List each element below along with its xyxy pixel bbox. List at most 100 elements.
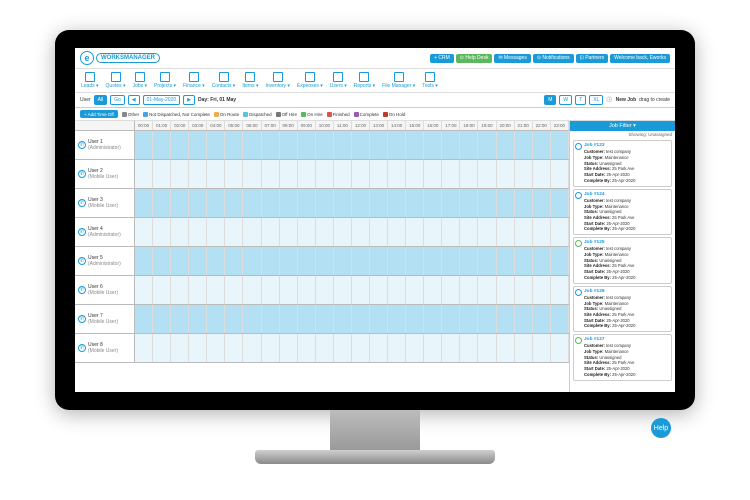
time-slot[interactable] — [243, 276, 261, 304]
time-slot[interactable] — [280, 247, 298, 275]
time-slot[interactable] — [551, 131, 569, 159]
time-slot[interactable] — [243, 218, 261, 246]
time-slot[interactable] — [352, 247, 370, 275]
time-slot[interactable] — [225, 131, 243, 159]
time-slot[interactable] — [551, 334, 569, 362]
time-slot[interactable] — [334, 189, 352, 217]
user-cell[interactable]: ✆User 8(Mobile User) — [75, 334, 135, 362]
time-slot[interactable] — [406, 305, 424, 333]
time-slot[interactable] — [135, 189, 153, 217]
menu-items[interactable]: Items ▾ — [242, 72, 258, 89]
time-slot[interactable] — [515, 189, 533, 217]
time-slot[interactable] — [352, 189, 370, 217]
time-slot[interactable] — [497, 247, 515, 275]
job-card[interactable]: Job #123Customer: test companyJob Type: … — [573, 140, 672, 187]
time-slot[interactable] — [424, 305, 442, 333]
time-slot[interactable] — [135, 334, 153, 362]
time-slot[interactable] — [406, 160, 424, 188]
time-slot[interactable] — [497, 160, 515, 188]
time-slot[interactable] — [442, 305, 460, 333]
menu-tools[interactable]: Tools ▾ — [422, 72, 438, 89]
time-slot[interactable] — [551, 305, 569, 333]
time-slot[interactable] — [334, 305, 352, 333]
time-slot[interactable] — [171, 131, 189, 159]
time-slot[interactable] — [424, 247, 442, 275]
time-slot[interactable] — [262, 247, 280, 275]
time-slot[interactable] — [370, 218, 388, 246]
time-slot[interactable] — [370, 334, 388, 362]
time-slot[interactable] — [298, 276, 316, 304]
time-slot[interactable] — [442, 247, 460, 275]
time-slot[interactable] — [515, 160, 533, 188]
time-slot[interactable] — [171, 160, 189, 188]
time-slot[interactable] — [243, 131, 261, 159]
time-slot[interactable] — [135, 305, 153, 333]
user-cell[interactable]: ✆User 6(Mobile User) — [75, 276, 135, 304]
time-slot[interactable] — [424, 276, 442, 304]
time-slot[interactable] — [334, 247, 352, 275]
time-slot[interactable] — [298, 189, 316, 217]
time-slot[interactable] — [533, 189, 551, 217]
time-slot[interactable] — [316, 189, 334, 217]
time-slot[interactable] — [442, 218, 460, 246]
time-slot[interactable] — [515, 218, 533, 246]
menu-inventory[interactable]: Inventory ▾ — [265, 72, 289, 89]
time-slot[interactable] — [280, 334, 298, 362]
time-slot[interactable] — [478, 276, 496, 304]
user-cell[interactable]: ✆User 4(Administrator) — [75, 218, 135, 246]
time-slot[interactable] — [478, 247, 496, 275]
time-slot[interactable] — [189, 218, 207, 246]
time-slot[interactable] — [442, 160, 460, 188]
user-cell[interactable]: ✆User 2(Mobile User) — [75, 160, 135, 188]
time-slot[interactable] — [515, 131, 533, 159]
time-slot[interactable] — [551, 189, 569, 217]
time-slot[interactable] — [352, 131, 370, 159]
time-slot[interactable] — [388, 189, 406, 217]
time-slot[interactable] — [370, 276, 388, 304]
time-slot[interactable] — [460, 218, 478, 246]
time-slot[interactable] — [153, 131, 171, 159]
time-slot[interactable] — [533, 276, 551, 304]
time-slot[interactable] — [352, 334, 370, 362]
time-slot[interactable] — [298, 334, 316, 362]
add-timeoff-button[interactable]: + Add Time Off — [80, 110, 118, 118]
time-slot[interactable] — [262, 131, 280, 159]
time-slot[interactable] — [171, 247, 189, 275]
time-slot[interactable] — [478, 160, 496, 188]
time-slot[interactable] — [207, 334, 225, 362]
time-slot[interactable] — [189, 131, 207, 159]
menu-finance[interactable]: Finance ▾ — [183, 72, 205, 89]
job-card[interactable]: Job #124Customer: test companyJob Type: … — [573, 189, 672, 236]
user-cell[interactable]: ✆User 5(Administrator) — [75, 247, 135, 275]
time-slot[interactable] — [207, 218, 225, 246]
view-xl-button[interactable]: XL — [589, 95, 603, 105]
time-slot[interactable] — [515, 334, 533, 362]
time-slot[interactable] — [171, 218, 189, 246]
time-slot[interactable] — [153, 189, 171, 217]
time-slot[interactable] — [533, 334, 551, 362]
time-slot[interactable] — [280, 189, 298, 217]
time-slot[interactable] — [207, 189, 225, 217]
time-slot[interactable] — [460, 334, 478, 362]
time-slot[interactable] — [406, 189, 424, 217]
time-slot[interactable] — [171, 189, 189, 217]
time-slot[interactable] — [316, 160, 334, 188]
time-slot[interactable] — [551, 247, 569, 275]
time-slot[interactable] — [262, 218, 280, 246]
menu-projects[interactable]: Projects ▾ — [154, 72, 176, 89]
time-slot[interactable] — [442, 189, 460, 217]
time-slot[interactable] — [334, 160, 352, 188]
time-slot[interactable] — [171, 305, 189, 333]
time-slot[interactable] — [153, 334, 171, 362]
menu-reports[interactable]: Reports ▾ — [354, 72, 375, 89]
time-slot[interactable] — [262, 305, 280, 333]
time-slot[interactable] — [207, 160, 225, 188]
menu-file-manager[interactable]: File Manager ▾ — [382, 72, 415, 89]
time-slot[interactable] — [406, 276, 424, 304]
time-slot[interactable] — [388, 218, 406, 246]
menu-contacts[interactable]: Contacts ▾ — [212, 72, 236, 89]
time-slot[interactable] — [478, 218, 496, 246]
time-slot[interactable] — [406, 131, 424, 159]
help-bubble[interactable]: Help — [651, 418, 671, 438]
time-slot[interactable] — [388, 131, 406, 159]
